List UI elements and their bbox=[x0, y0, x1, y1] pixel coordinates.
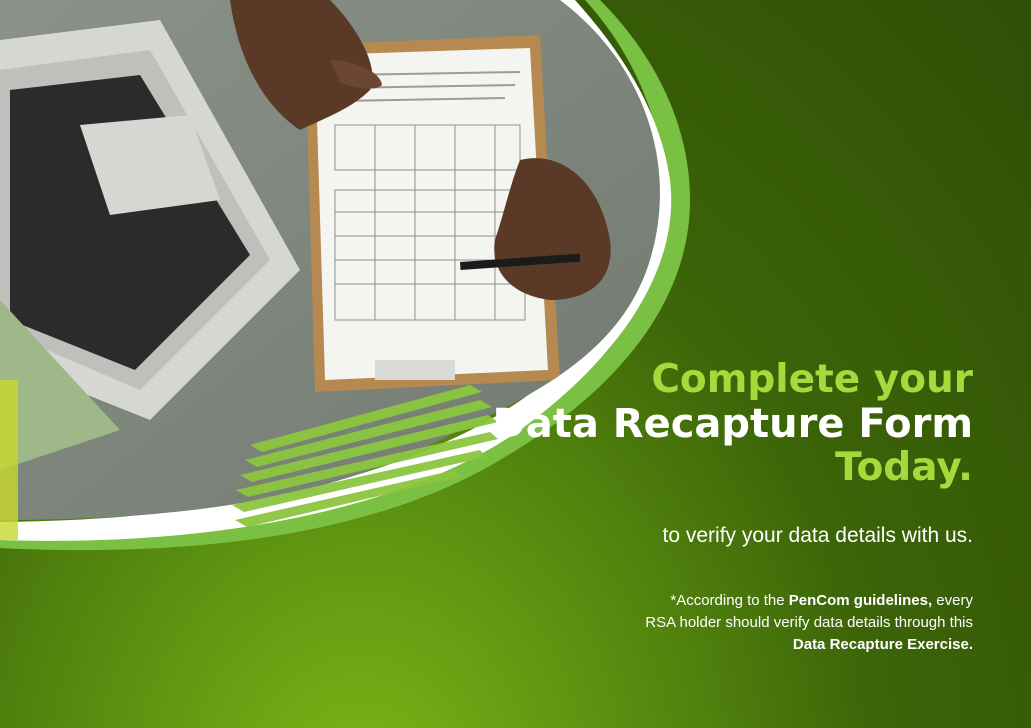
note-bold-exercise: Data Recapture Exercise. bbox=[792, 635, 973, 653]
headline-line-2: Data Recapture Form bbox=[492, 400, 973, 447]
subline: to verify your data details with us. bbox=[662, 524, 973, 547]
guidelines-note: *According to the PenCom guidelines, eve… bbox=[513, 590, 973, 655]
note-part-2: every bbox=[932, 592, 973, 609]
note-part-1: *According to the bbox=[670, 592, 789, 609]
note-bold-pencom: PenCom guidelines, bbox=[788, 592, 933, 609]
note-line-2: RSA holder should verify data details th… bbox=[645, 613, 973, 631]
headline-line-1: Complete your bbox=[651, 357, 973, 402]
note-line-3: Data Recapture Exercise. bbox=[513, 634, 973, 656]
headline: Complete your Data Recapture Form Today. bbox=[413, 358, 973, 490]
note-line-1: *According to the PenCom guidelines, eve… bbox=[513, 590, 973, 612]
headline-line-3: Today. bbox=[835, 445, 973, 491]
